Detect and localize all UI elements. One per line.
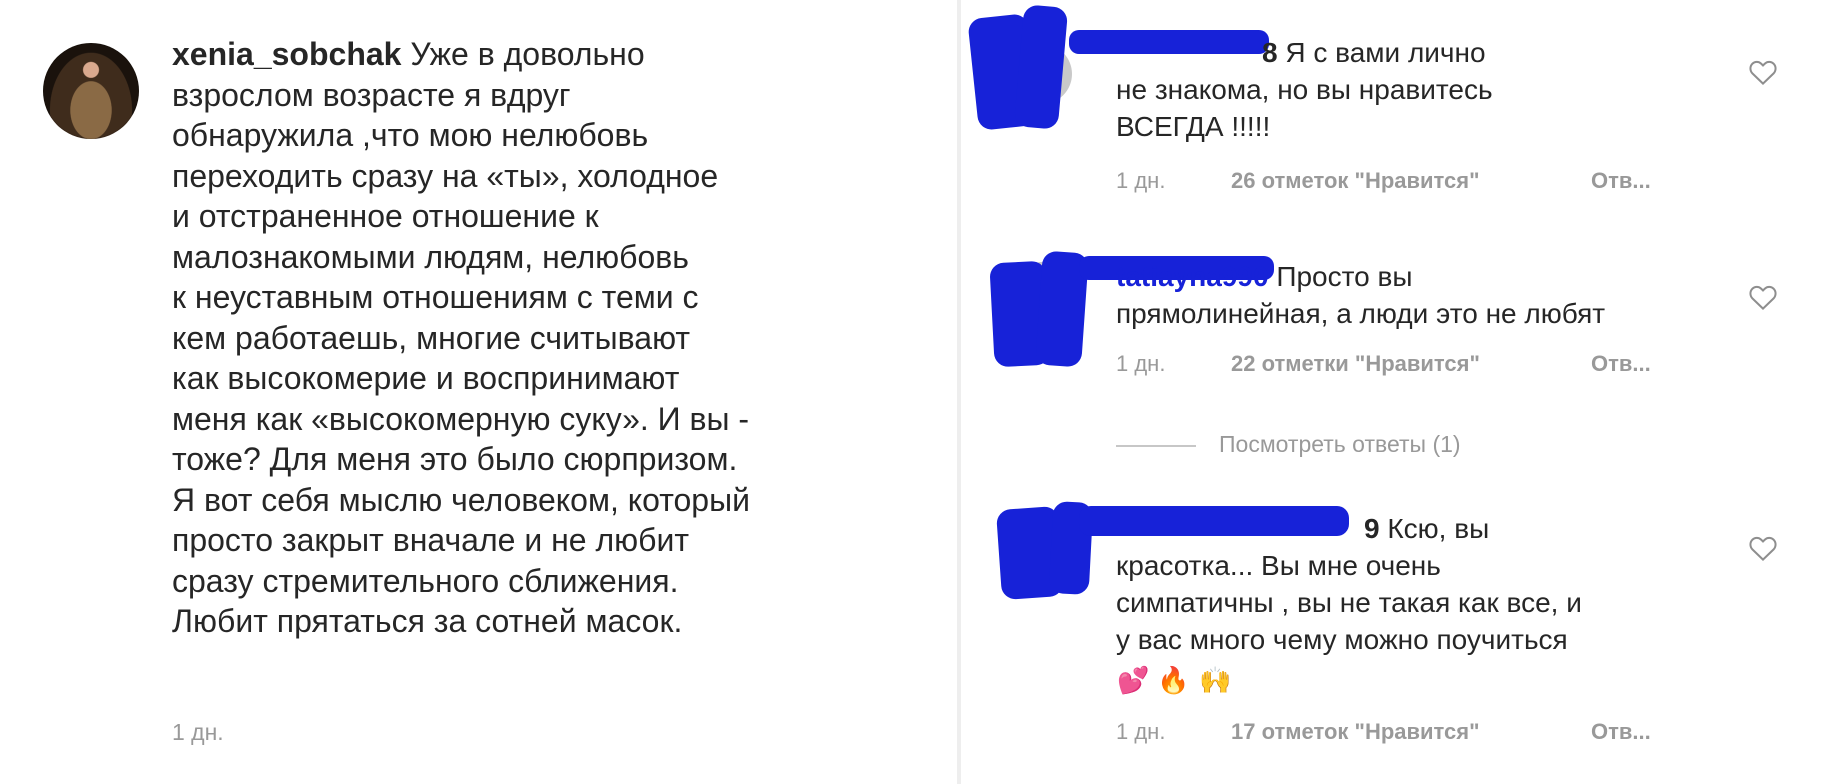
comments-panel: 8 Я с вами лично не знакома, но вы нрави… bbox=[961, 0, 1827, 784]
caption-line: и отстраненное отношение к bbox=[172, 198, 599, 234]
caption-username[interactable]: xenia_sobchak bbox=[172, 36, 401, 72]
caption-line: обнаружила ,что мою нелюбовь bbox=[172, 117, 649, 153]
caption-line: переходить сразу на «ты», холодное bbox=[172, 157, 719, 194]
comment-text: tatiayna990 Просто вы прямолинейная, а л… bbox=[1116, 258, 1696, 332]
comment-line: не знакома, но вы нравитесь bbox=[1116, 74, 1493, 105]
comment-line: красотка... Вы мне очень bbox=[1116, 550, 1441, 581]
comment-likes-count[interactable]: 17 отметок "Нравится" bbox=[1231, 719, 1480, 745]
comment-likes-count[interactable]: 26 отметок "Нравится" bbox=[1231, 168, 1480, 194]
post-caption-panel: xenia_sobchak Уже в довольно взрослом во… bbox=[0, 0, 957, 784]
comment-username[interactable]: tatiayna990 bbox=[1116, 261, 1269, 292]
comment-username[interactable]: 8 bbox=[1262, 37, 1278, 68]
caption-line: как высокомерие и воспринимают bbox=[172, 360, 680, 396]
caption-line: Я вот себя мыслю человеком, который bbox=[172, 481, 750, 518]
like-heart-icon[interactable] bbox=[1748, 58, 1778, 86]
reply-button[interactable]: Отв... bbox=[1591, 351, 1651, 377]
reply-button[interactable]: Отв... bbox=[1591, 719, 1651, 745]
comment-likes-count[interactable]: 22 отметки "Нравится" bbox=[1231, 351, 1480, 377]
caption-line: меня как «высокомерную суку». И вы - bbox=[172, 400, 750, 437]
reply-button[interactable]: Отв... bbox=[1591, 168, 1651, 194]
replies-divider-line bbox=[1116, 445, 1196, 447]
caption-line: к неуставным отношениям с теми с bbox=[172, 279, 699, 315]
comment-timestamp: 1 дн. bbox=[1116, 168, 1166, 193]
comment-timestamp: 1 дн. bbox=[1116, 719, 1166, 744]
view-replies-button[interactable]: Посмотреть ответы (1) bbox=[1116, 431, 1716, 461]
comment-timestamp: 1 дн. bbox=[1116, 351, 1166, 376]
raised-hands-icon: 🙌 bbox=[1199, 666, 1232, 696]
caption-line: просто закрыт вначале и не любит bbox=[172, 522, 689, 558]
comment-text: 8 Я с вами лично не знакома, но вы нрави… bbox=[1116, 34, 1696, 145]
caption-line: сразу стремительного сближения. bbox=[172, 562, 679, 599]
redaction-mark bbox=[1013, 4, 1069, 130]
post-timestamp: 1 дн. bbox=[172, 719, 224, 745]
like-heart-icon[interactable] bbox=[1748, 283, 1778, 311]
comment-username[interactable]: 9 bbox=[1364, 513, 1380, 544]
comment-line: Ксю, вы bbox=[1387, 513, 1490, 544]
two-hearts-icon: 💕 bbox=[1117, 666, 1150, 696]
comment-meta: 1 дн. 22 отметки "Нравится" Отв... bbox=[1116, 351, 1651, 377]
caption-line: кем работаешь, многие считывают bbox=[172, 319, 691, 356]
comment-text: 9 Ксю, вы красотка... Вы мне очень симпа… bbox=[1116, 510, 1696, 658]
post-caption: xenia_sobchak Уже в довольно взрослом во… bbox=[172, 34, 892, 642]
like-heart-icon[interactable] bbox=[1748, 534, 1778, 562]
caption-line: малознакомыми людям, нелюбовь bbox=[172, 238, 689, 275]
comment-line: у вас много чему можно поучиться bbox=[1116, 624, 1568, 655]
comment-line: Просто вы bbox=[1276, 261, 1413, 292]
comment-line: Я с вами лично bbox=[1285, 37, 1486, 68]
comment-meta: 1 дн. 17 отметок "Нравится" Отв... bbox=[1116, 719, 1651, 745]
caption-line: тоже? Для меня это было сюрпризом. bbox=[172, 441, 738, 477]
caption-line: Любит прятаться за сотней масок. bbox=[172, 603, 683, 639]
comment-line: ВСЕГДА !!!!! bbox=[1116, 111, 1271, 142]
caption-line: Уже в довольно bbox=[410, 36, 645, 72]
author-avatar[interactable] bbox=[43, 43, 139, 139]
comment-line: симпатичны , вы не такая как все, и bbox=[1116, 587, 1582, 618]
caption-line: взрослом возрасте я вдруг bbox=[172, 76, 571, 113]
view-replies-label[interactable]: Посмотреть ответы (1) bbox=[1219, 431, 1461, 458]
comment-meta: 1 дн. 26 отметок "Нравится" Отв... bbox=[1116, 168, 1651, 194]
comment-line: прямолинейная, а люди это не любят bbox=[1116, 298, 1606, 329]
fire-icon: 🔥 bbox=[1157, 666, 1190, 696]
